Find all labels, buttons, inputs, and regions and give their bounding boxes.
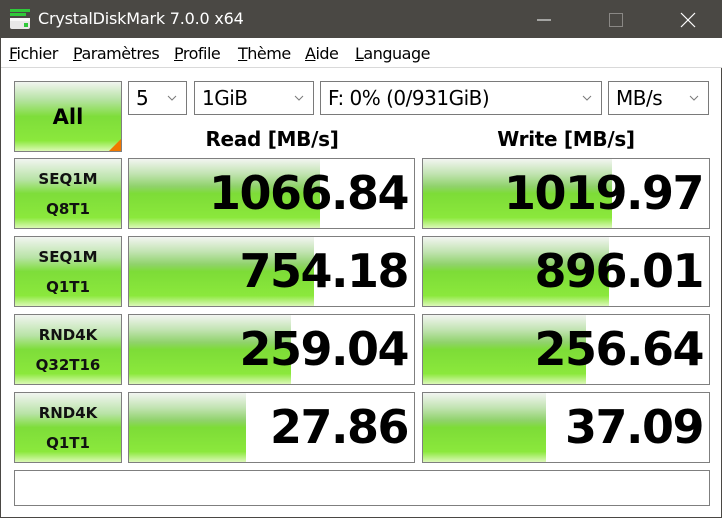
unit-select[interactable]: MB/s (608, 81, 709, 115)
write-value: 37.09 (564, 400, 705, 454)
minimize-button[interactable] (521, 1, 567, 38)
test-params: Q32T16 (35, 355, 101, 374)
test-count-value: 5 (136, 86, 149, 110)
menu-label: anguage (363, 44, 430, 63)
menu-profile[interactable]: Profile (174, 44, 221, 63)
app-disk-icon (10, 9, 30, 29)
write-result: 1019.97 (422, 158, 710, 229)
menu-label: ide (315, 44, 339, 63)
chevron-down-icon (581, 82, 593, 114)
read-result: 259.04 (128, 314, 415, 385)
maximize-button[interactable] (593, 1, 639, 38)
write-result: 256.64 (422, 314, 710, 385)
drive-value: F: 0% (0/931GiB) (328, 86, 490, 110)
all-button-label: All (52, 104, 84, 129)
menu-accel: P (174, 44, 183, 63)
test-button-rnd4k-q32t16[interactable]: RND4K Q32T16 (14, 314, 122, 385)
menu-fichier[interactable]: Fichier (9, 44, 58, 63)
read-value: 259.04 (239, 322, 409, 376)
test-name: SEQ1M (38, 169, 98, 188)
comment-field[interactable] (14, 470, 710, 506)
test-button-rnd4k-q1t1[interactable]: RND4K Q1T1 (14, 392, 122, 463)
corner-marker (109, 139, 121, 151)
write-header: Write [MB/s] (497, 127, 635, 151)
test-size-value: 1GiB (202, 86, 248, 110)
menu-label: hème (247, 44, 291, 63)
close-button[interactable] (665, 1, 711, 38)
menu-parametres[interactable]: Paramètres (73, 44, 160, 63)
read-value: 1066.84 (208, 166, 410, 220)
menu-label: aramètres (81, 44, 160, 63)
write-value: 1019.97 (503, 166, 705, 220)
test-params: Q1T1 (46, 433, 90, 452)
menu-language[interactable]: Language (355, 44, 430, 63)
write-value: 256.64 (534, 322, 704, 376)
maximize-icon (609, 12, 623, 27)
write-result: 896.01 (422, 236, 710, 307)
test-button-seq1m-q8t1[interactable]: SEQ1M Q8T1 (14, 158, 122, 229)
test-count-select[interactable]: 5 (128, 81, 187, 115)
test-name: RND4K (38, 403, 98, 422)
read-header: Read [MB/s] (205, 127, 339, 151)
test-params: Q1T1 (46, 277, 90, 296)
menu-label: ichier (16, 44, 59, 63)
all-button[interactable]: All (14, 81, 122, 152)
chevron-down-icon (688, 82, 700, 114)
test-params: Q8T1 (46, 199, 90, 218)
read-value: 27.86 (269, 400, 410, 454)
menu-label: rofile (182, 44, 221, 63)
title-bar[interactable]: CrystalDiskMark 7.0.0 x64 (1, 1, 722, 38)
write-bar (423, 393, 546, 462)
app-window: CrystalDiskMark 7.0.0 x64 Fichier Paramè… (0, 0, 722, 518)
read-result: 1066.84 (128, 158, 415, 229)
menu-aide[interactable]: Aide (305, 44, 339, 63)
test-size-select[interactable]: 1GiB (194, 81, 314, 115)
test-button-seq1m-q1t1[interactable]: SEQ1M Q1T1 (14, 236, 122, 307)
read-result: 754.18 (128, 236, 415, 307)
menu-bar: Fichier Paramètres Profile Thème Aide La… (1, 38, 722, 68)
window-title: CrystalDiskMark 7.0.0 x64 (38, 9, 244, 28)
close-icon (680, 12, 696, 27)
read-value: 754.18 (239, 244, 409, 298)
menu-accel: F (9, 44, 17, 63)
menu-accel: T (238, 44, 248, 63)
read-bar (129, 393, 246, 462)
write-result: 37.09 (422, 392, 710, 463)
read-result: 27.86 (128, 392, 415, 463)
menu-theme[interactable]: Thème (238, 44, 291, 63)
unit-value: MB/s (616, 86, 663, 110)
test-name: RND4K (38, 325, 98, 344)
drive-select[interactable]: F: 0% (0/931GiB) (320, 81, 602, 115)
minimize-icon (537, 19, 551, 20)
chevron-down-icon (293, 82, 305, 114)
write-value: 896.01 (534, 244, 704, 298)
test-name: SEQ1M (38, 247, 98, 266)
chevron-down-icon (166, 82, 178, 114)
menu-accel: A (305, 44, 316, 63)
